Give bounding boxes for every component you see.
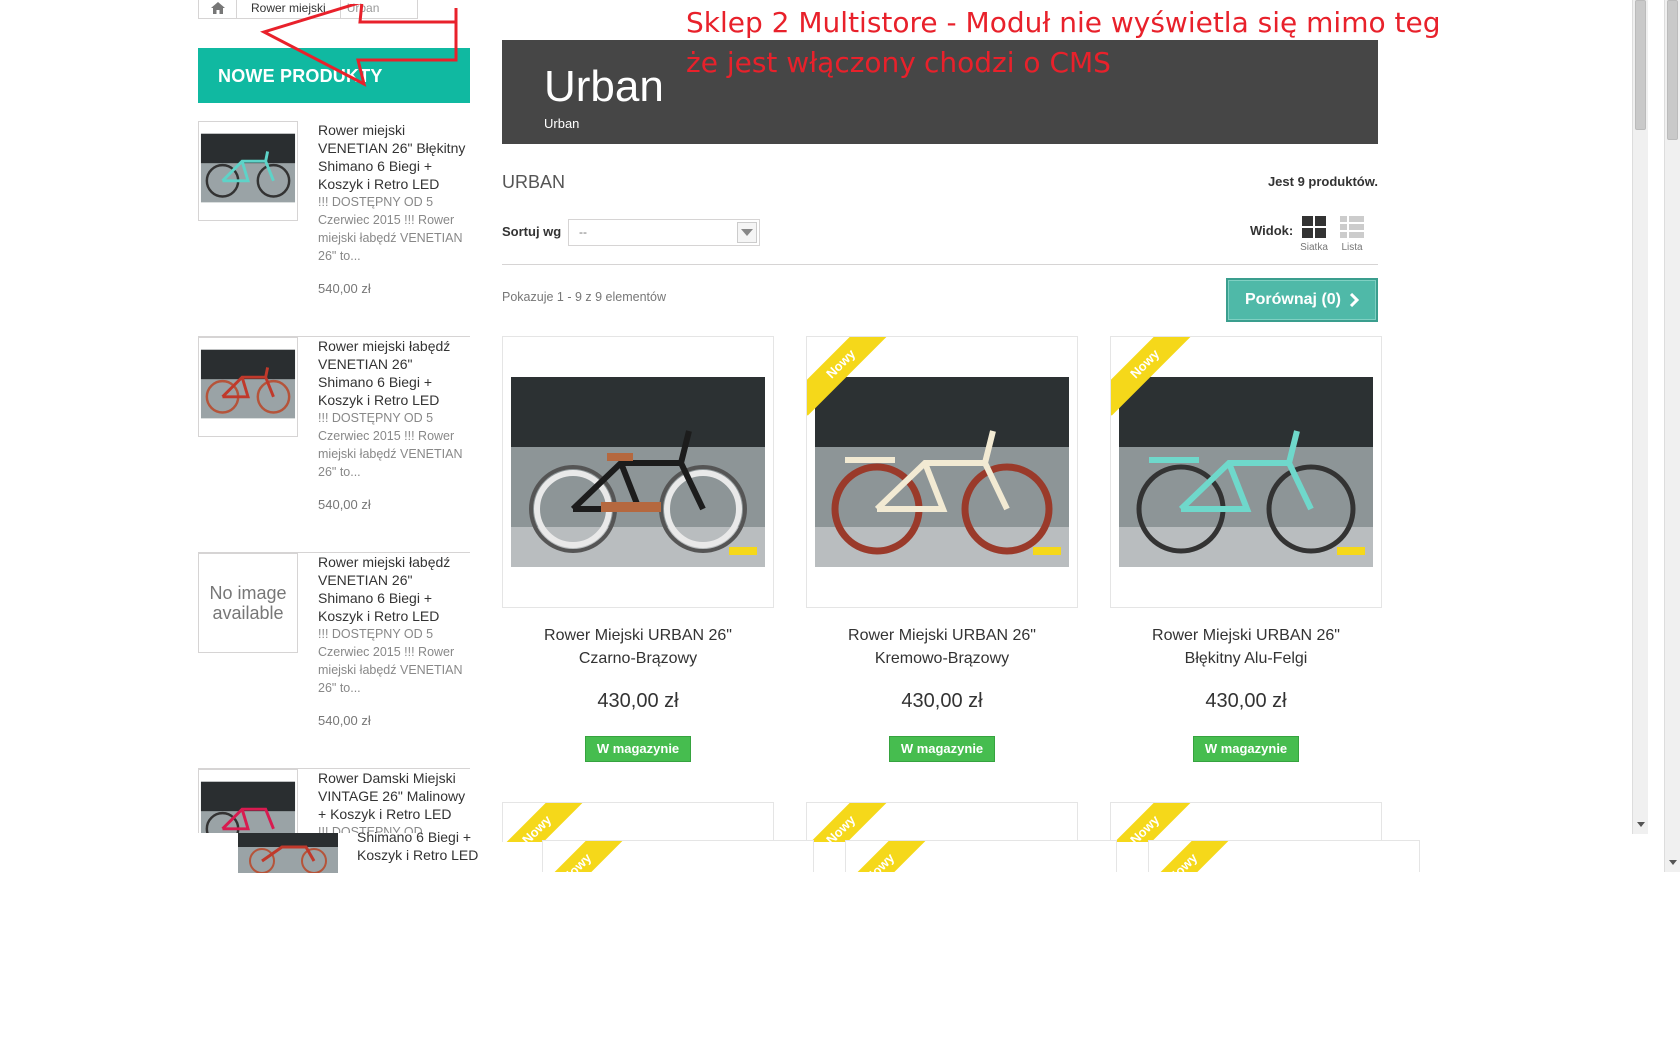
product-card[interactable]: Nowy — [1110, 802, 1382, 842]
product-name-link[interactable]: Rower miejski łabędź VENETIAN 26" Shiman… — [318, 337, 470, 409]
sort-select-value: -- — [579, 225, 587, 239]
product-card[interactable]: Nowy — [1148, 840, 1420, 872]
product-name-line2: Kremowo-Brązowy — [874, 650, 1010, 667]
view-grid-label: Siatka — [1300, 242, 1328, 253]
compare-label: Porównaj (0) — [1244, 291, 1341, 308]
product-card[interactable]: Nowy — [845, 840, 1117, 872]
list-icon — [1340, 216, 1364, 238]
list-item: No image available Rower miejski łabędź … — [198, 553, 470, 769]
new-badge: Nowy — [846, 841, 932, 872]
product-description: !!! DOSTĘPNY OD 5 Czerwiec 2015 !!! Rowe… — [318, 627, 463, 695]
product-price: 430,00 zł — [901, 690, 983, 712]
product-card[interactable] — [502, 336, 774, 608]
product-thumbnail[interactable] — [198, 337, 298, 437]
stock-badge: W magazynie — [1193, 736, 1299, 762]
list-item: Rower miejski VENETIAN 26" Błękitny Shim… — [198, 121, 470, 337]
product-name-link[interactable]: Rower Damski Miejski VINTAGE 26" Malinow… — [318, 769, 470, 823]
scroll-down-icon[interactable] — [1669, 860, 1677, 865]
annotation-line2a: że jest włączony — [686, 46, 916, 79]
new-badge: Nowy — [807, 803, 893, 842]
annotation-line1: Sklep 2 Multistore - Moduł nie wyświetla… — [686, 6, 1441, 39]
product-name-line2: Błękitny Alu-Felgi — [1184, 650, 1308, 667]
product-name-link[interactable]: Rower Miejski URBAN 26" Kremowo-Brązowy — [806, 624, 1078, 670]
chevron-right-icon — [1349, 293, 1359, 307]
annotation-arrow-icon — [260, 4, 458, 87]
category-banner-subtitle: Urban — [544, 116, 580, 131]
product-price: 430,00 zł — [1205, 690, 1287, 712]
new-badge-label: Nowy — [1111, 337, 1197, 416]
inner-scrollbar-thumb[interactable] — [1635, 0, 1646, 130]
product-name-link[interactable]: Rower Miejski URBAN 26" Czarno-Brązowy — [502, 624, 774, 670]
product-name-line2: Czarno-Brązowy — [578, 650, 698, 667]
stock-badge: W magazynie — [889, 736, 995, 762]
chevron-down-icon[interactable] — [737, 222, 757, 243]
page-scrollbar-thumb[interactable] — [1667, 0, 1678, 140]
product-thumbnail[interactable] — [198, 769, 298, 833]
product-name-link[interactable]: Rower miejski łabędź VENETIAN 26" Shiman… — [318, 553, 470, 625]
page-scrollbar[interactable] — [1664, 0, 1680, 872]
glitch-product-name: Shimano 6 Biegi + Koszyk i Retro LED — [357, 829, 479, 863]
scroll-down-icon[interactable] — [1637, 822, 1645, 827]
product-name-line1: Rower Miejski URBAN 26" — [544, 627, 732, 644]
product-price: 430,00 zł — [597, 690, 679, 712]
product-name-link[interactable]: Rower Miejski URBAN 26" Błękitny Alu-Fel… — [1110, 624, 1382, 670]
product-image[interactable] — [511, 377, 765, 567]
view-list-label: Lista — [1341, 242, 1363, 253]
view-grid-button[interactable]: Siatka — [1296, 216, 1332, 253]
annotation-line2b: chodzi o CMS — [924, 46, 1111, 79]
category-banner-title: Urban — [544, 62, 664, 111]
view-list-button[interactable]: Lista — [1334, 216, 1370, 253]
stock-badge: W magazynie — [585, 736, 691, 762]
product-thumbnail[interactable] — [198, 121, 298, 221]
new-badge: Nowy — [807, 337, 893, 423]
product-description: !!! DOSTĘPNY OD 5 Czerwiec 2015 !!! Rowe… — [318, 195, 463, 263]
inner-scrollbar[interactable] — [1632, 0, 1648, 834]
product-description: !!! DOSTĘPNY OD 5 Czerwiec 2015 !!! Rowe… — [318, 411, 463, 479]
grid-icon — [1302, 216, 1326, 238]
sort-select[interactable]: -- — [568, 219, 760, 246]
bike-pink-image — [199, 770, 297, 833]
bike-red-image — [238, 833, 338, 873]
product-count: Jest 9 produktów. — [1267, 174, 1378, 189]
divider — [502, 264, 1378, 265]
product-card[interactable]: Nowy — [806, 336, 1078, 608]
home-icon[interactable] — [199, 0, 237, 18]
bike-red-image — [199, 338, 297, 436]
product-name-line1: Rower Miejski URBAN 26" — [848, 627, 1036, 644]
new-badge: Nowy — [1111, 803, 1197, 842]
product-price: 540,00 zł — [318, 497, 371, 512]
category-heading: URBAN — [502, 172, 566, 192]
bike-teal-image — [199, 122, 297, 220]
list-item: Rower Damski Miejski VINTAGE 26" Malinow… — [198, 769, 470, 833]
product-price: 540,00 zł — [318, 713, 371, 728]
product-card[interactable]: Nowy — [806, 802, 1078, 842]
product-card[interactable]: Nowy — [502, 802, 774, 842]
new-badge: Nowy — [1149, 841, 1235, 872]
product-name-link[interactable]: Rower miejski VENETIAN 26" Błękitny Shim… — [318, 121, 470, 193]
new-badge: Nowy — [543, 841, 629, 872]
product-card[interactable]: Nowy — [1110, 336, 1382, 608]
product-price: 540,00 zł — [318, 281, 371, 296]
product-card[interactable]: Nowy — [542, 840, 814, 872]
compare-button[interactable]: Porównaj (0) — [1226, 278, 1378, 322]
no-image-placeholder: No image available — [209, 583, 287, 623]
product-name-line1: Rower Miejski URBAN 26" — [1152, 627, 1340, 644]
glitch-thumbnail — [238, 833, 338, 873]
new-badge-label: Nowy — [807, 337, 893, 416]
new-badge: Nowy — [503, 803, 589, 842]
showing-count: Pokazuje 1 - 9 z 9 elementów — [502, 290, 666, 304]
view-label: Widok: — [1250, 223, 1294, 238]
sort-label: Sortuj wg — [502, 224, 562, 239]
product-thumbnail[interactable]: No image available — [198, 553, 298, 653]
new-badge: Nowy — [1111, 337, 1197, 423]
list-item: Rower miejski łabędź VENETIAN 26" Shiman… — [198, 337, 470, 553]
